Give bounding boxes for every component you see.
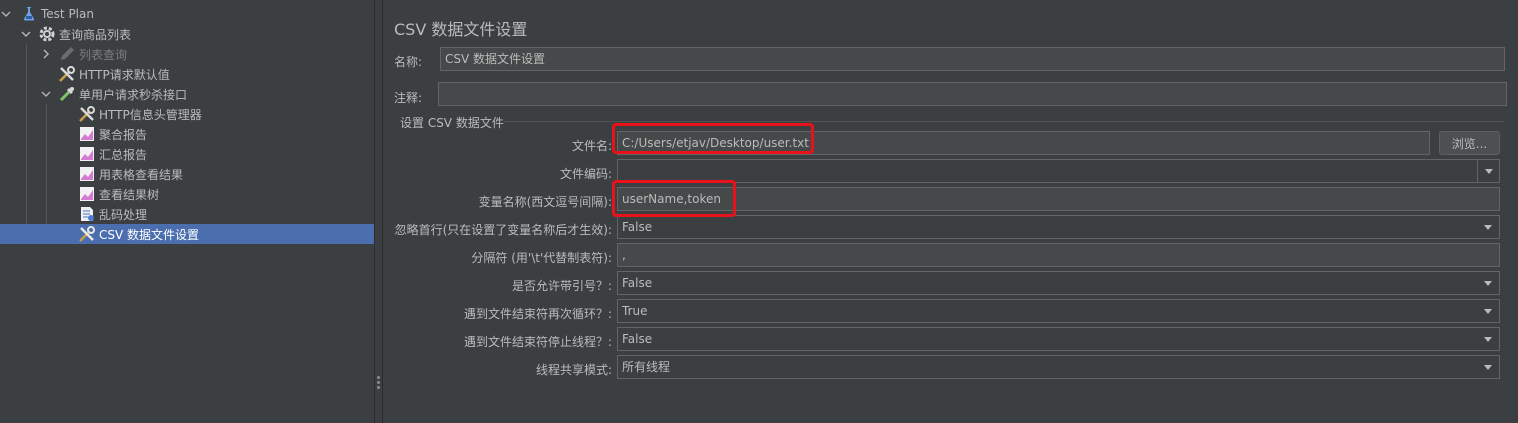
tree-item-label: HTTP请求默认值 (79, 67, 170, 82)
chart-icon (78, 125, 96, 143)
tree-item-label: 查询商品列表 (59, 27, 132, 42)
name-label: 名称: (394, 55, 423, 69)
tools-icon (58, 65, 76, 83)
script-icon (78, 205, 96, 223)
ignore-first-line-label: 忽略首行(只在设置了变量名称后才生效): (394, 223, 612, 237)
tree-item-label: 列表查询 (79, 47, 128, 62)
varnames-label: 变量名称(西文逗号间隔): (478, 195, 612, 209)
gear-icon (38, 25, 56, 43)
chevron-down-icon[interactable] (1477, 328, 1499, 350)
group-title: 设置 CSV 数据文件 (400, 116, 504, 130)
tree-item-label: 用表格查看结果 (99, 167, 184, 182)
chevron-down-icon[interactable] (20, 24, 32, 44)
stop-thread-eof-select[interactable]: False (617, 327, 1500, 351)
tree-item-label: Test Plan (41, 7, 94, 21)
tree-item-csv-data-set[interactable]: CSV 数据文件设置 (0, 224, 374, 244)
tree-item-encoding-fix[interactable]: 乱码处理 (0, 204, 374, 224)
chart-icon (78, 145, 96, 163)
chevron-down-icon[interactable] (0, 4, 12, 24)
tree-item-thread-group[interactable]: 查询商品列表 (0, 24, 374, 44)
sharing-mode-value: 所有线程 (622, 360, 671, 374)
tree-item-label: CSV 数据文件设置 (99, 227, 200, 242)
varnames-field[interactable]: userName,token (617, 187, 1500, 211)
tree-item-label: 乱码处理 (99, 207, 148, 222)
chevron-down-icon[interactable] (40, 84, 52, 104)
sharing-mode-label: 线程共享模式: (535, 363, 612, 377)
ignore-first-line-value: False (622, 220, 653, 234)
chevron-down-icon[interactable] (1477, 300, 1499, 322)
tree-item-label: HTTP信息头管理器 (99, 107, 202, 122)
tree-item-label: 查看结果树 (99, 187, 160, 202)
filename-label: 文件名: (571, 139, 612, 153)
chevron-down-icon[interactable] (1477, 160, 1499, 182)
recycle-eof-value: True (622, 304, 648, 318)
tools-icon (78, 225, 96, 243)
tree-item-summary-report[interactable]: 汇总报告 (0, 144, 374, 164)
tree-item-list-query[interactable]: 列表查询 (0, 44, 374, 64)
encoding-select[interactable] (617, 159, 1500, 183)
drag-handle-icon (377, 376, 381, 390)
tree-item-test-plan[interactable]: Test Plan (0, 4, 374, 24)
quoted-data-value: False (622, 276, 653, 290)
chevron-down-icon[interactable] (1477, 216, 1499, 238)
quoted-data-select[interactable]: False (617, 271, 1500, 295)
delimiter-label: 分隔符 (用'\t'代替制表符): (471, 251, 612, 265)
group-divider (504, 121, 1504, 122)
tree-item-aggregate-report[interactable]: 聚合报告 (0, 124, 374, 144)
chevron-right-icon[interactable] (40, 44, 52, 64)
tree-item-table-results[interactable]: 用表格查看结果 (0, 164, 374, 184)
chevron-down-icon[interactable] (1477, 272, 1499, 294)
tree-item-http-defaults[interactable]: HTTP请求默认值 (0, 64, 374, 84)
flask-icon (20, 5, 38, 23)
tree-item-label: 汇总报告 (99, 147, 148, 162)
tree-item-results-tree[interactable]: 查看结果树 (0, 184, 374, 204)
page-title: CSV 数据文件设置 (394, 20, 528, 39)
pane-splitter[interactable] (374, 0, 383, 423)
chart-icon (78, 185, 96, 203)
pen-icon (58, 45, 76, 63)
tools-icon (78, 105, 96, 123)
tree-item-seckill-sampler[interactable]: 单用户请求秒杀接口 (0, 84, 374, 104)
chevron-down-icon[interactable] (1477, 356, 1499, 378)
comment-label: 注释: (394, 91, 423, 105)
sharing-mode-select[interactable]: 所有线程 (617, 355, 1500, 379)
tree-item-header-manager[interactable]: HTTP信息头管理器 (0, 104, 374, 124)
quoted-data-label: 是否允许带引号？: (511, 279, 612, 293)
browse-button[interactable]: 浏览... (1439, 131, 1500, 155)
tree-item-label: 聚合报告 (99, 127, 148, 142)
chart-icon (78, 165, 96, 183)
csv-config-panel: CSV 数据文件设置 名称: CSV 数据文件设置 注释: 设置 CSV 数据文… (384, 0, 1518, 423)
name-field[interactable]: CSV 数据文件设置 (440, 47, 1505, 71)
test-plan-tree: Test Plan 查询商品列表 列表查询 HTTP请求默认值 单用户请求秒杀接… (0, 0, 374, 423)
filename-field[interactable]: C:/Users/etjav/Desktop/user.txt (617, 131, 1430, 155)
stop-thread-eof-label: 遇到文件结束符停止线程？: (463, 335, 612, 349)
tree-item-label: 单用户请求秒杀接口 (79, 87, 188, 102)
ignore-first-line-select[interactable]: False (617, 215, 1500, 239)
delimiter-field[interactable]: , (617, 243, 1500, 267)
recycle-eof-label: 遇到文件结束符再次循环？: (463, 307, 612, 321)
encoding-label: 文件编码: (559, 167, 612, 181)
recycle-eof-select[interactable]: True (617, 299, 1500, 323)
comment-field[interactable] (438, 82, 1507, 106)
pipette-icon (58, 85, 76, 103)
stop-thread-eof-value: False (622, 332, 653, 346)
